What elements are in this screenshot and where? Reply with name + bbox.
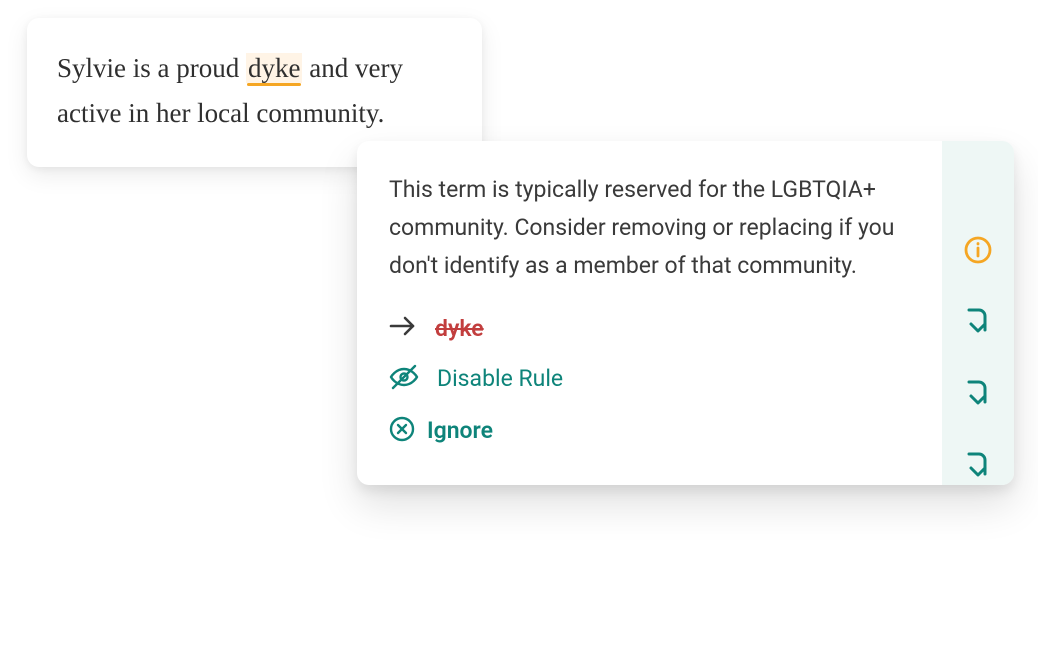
next-suggestion-button-3[interactable]	[961, 451, 995, 485]
corner-down-arrow-icon	[964, 306, 992, 342]
info-button[interactable]	[961, 235, 995, 269]
replacement-row[interactable]: dyke	[389, 315, 912, 342]
ignore-button[interactable]: Ignore	[389, 416, 912, 446]
suggestion-card: This term is typically reserved for the …	[357, 141, 1014, 485]
eye-off-icon	[389, 364, 419, 394]
close-circle-icon	[389, 416, 415, 446]
disable-rule-label: Disable Rule	[437, 365, 563, 392]
suggestion-content: This term is typically reserved for the …	[357, 141, 942, 485]
corner-down-arrow-icon	[964, 450, 992, 486]
disable-rule-button[interactable]: Disable Rule	[389, 364, 912, 394]
sidebar-strip	[942, 141, 1014, 485]
text-before: Sylvie is a proud	[57, 53, 246, 83]
corner-down-arrow-icon	[964, 378, 992, 414]
next-suggestion-button-2[interactable]	[961, 379, 995, 413]
info-icon	[963, 235, 993, 269]
ignore-label: Ignore	[427, 417, 493, 444]
suggestion-description: This term is typically reserved for the …	[389, 171, 912, 285]
flagged-word[interactable]: dyke	[246, 53, 302, 83]
replacement-term: dyke	[435, 315, 484, 342]
next-suggestion-button-1[interactable]	[961, 307, 995, 341]
arrow-right-icon	[389, 315, 417, 341]
editor-text[interactable]: Sylvie is a proud dyke and very active i…	[57, 46, 452, 135]
